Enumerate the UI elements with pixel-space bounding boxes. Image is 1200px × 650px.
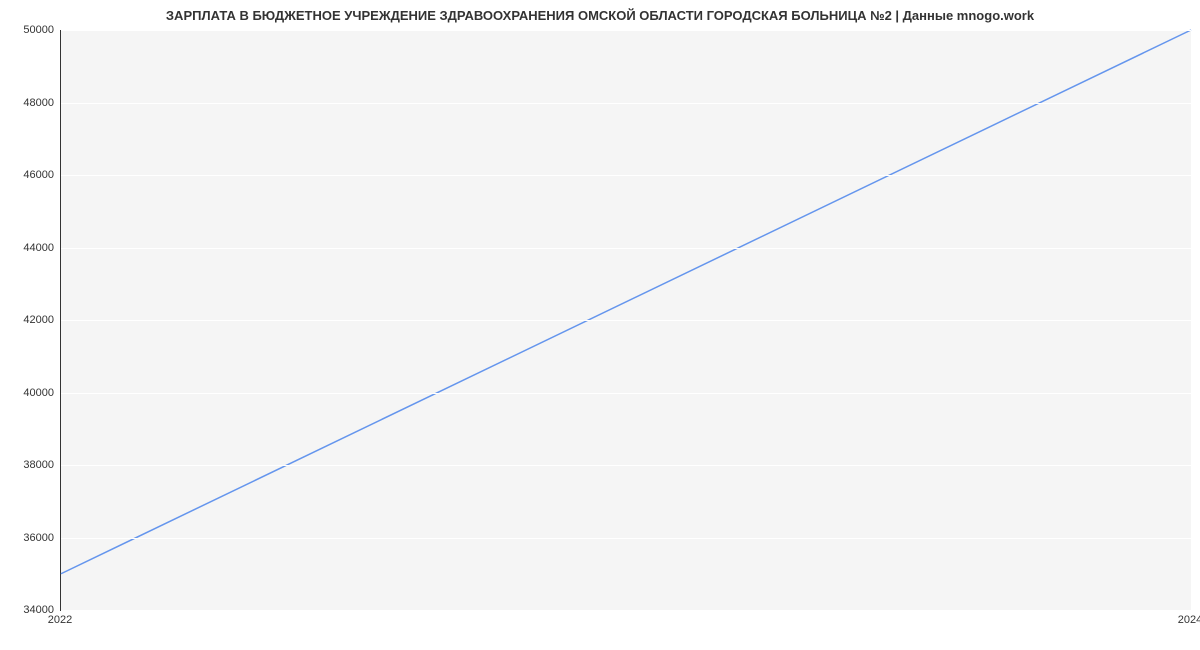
y-tick-label: 50000 — [10, 24, 54, 36]
gridline — [61, 320, 1191, 321]
gridline — [61, 538, 1191, 539]
chart-container: ЗАРПЛАТА В БЮДЖЕТНОЕ УЧРЕЖДЕНИЕ ЗДРАВООХ… — [0, 0, 1200, 650]
gridline — [61, 30, 1191, 31]
y-tick-label: 44000 — [10, 242, 54, 254]
gridline — [61, 248, 1191, 249]
gridline — [61, 393, 1191, 394]
y-tick-label: 46000 — [10, 169, 54, 181]
x-tick-label: 2024 — [1178, 614, 1200, 626]
gridline — [61, 103, 1191, 104]
gridline — [61, 610, 1191, 611]
y-tick-label: 38000 — [10, 459, 54, 471]
gridline — [61, 175, 1191, 176]
x-tick-label: 2022 — [48, 614, 72, 626]
y-tick-label: 42000 — [10, 314, 54, 326]
plot-area — [60, 30, 1191, 611]
y-tick-label: 48000 — [10, 97, 54, 109]
gridline — [61, 465, 1191, 466]
y-tick-label: 36000 — [10, 532, 54, 544]
y-tick-label: 40000 — [10, 387, 54, 399]
chart-title: ЗАРПЛАТА В БЮДЖЕТНОЕ УЧРЕЖДЕНИЕ ЗДРАВООХ… — [0, 8, 1200, 23]
